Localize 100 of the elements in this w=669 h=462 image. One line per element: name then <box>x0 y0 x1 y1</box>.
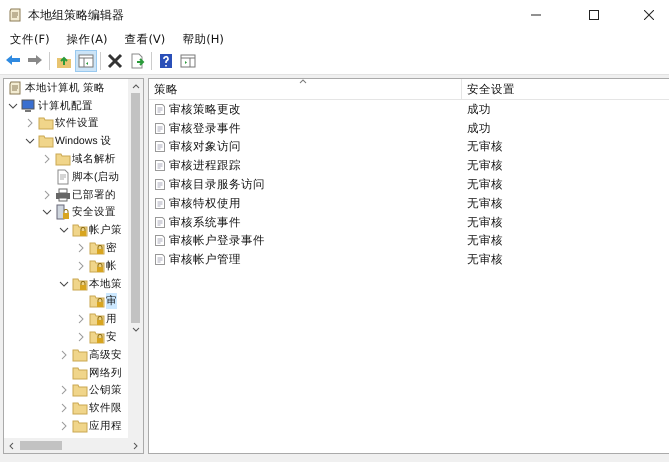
locked-folder-icon <box>89 293 105 310</box>
collapsed-chevron-icon[interactable] <box>42 190 52 200</box>
tree-item[interactable]: 网络列 <box>89 364 122 381</box>
expanded-chevron-icon[interactable] <box>42 207 52 218</box>
locked-folder-icon <box>72 222 88 238</box>
collapsed-chevron-icon[interactable] <box>76 243 86 254</box>
collapsed-chevron-icon[interactable] <box>76 260 86 271</box>
table-cell-text: 无审核 <box>466 233 503 248</box>
scroll-thumb[interactable] <box>131 93 140 323</box>
tree-item[interactable]: 软件限 <box>89 400 122 416</box>
locked-folder-icon <box>89 311 105 328</box>
pane-icon <box>180 53 196 69</box>
document-icon <box>55 168 71 185</box>
collapsed-chevron-icon[interactable] <box>59 350 69 360</box>
printer-icon <box>55 186 71 203</box>
tree-item[interactable]: 本地策 <box>89 276 122 292</box>
pane-icon <box>78 53 94 69</box>
locked-folder-icon <box>89 329 105 346</box>
menu-item[interactable]: 文件(F) <box>4 32 56 46</box>
policy-icon <box>154 102 166 116</box>
menu-item[interactable]: 操作(A) <box>60 32 114 46</box>
locked-folder-icon <box>72 276 88 292</box>
folder-icon <box>55 151 71 168</box>
collapsed-chevron-icon[interactable] <box>59 385 69 396</box>
tree-item[interactable]: 公钥策 <box>89 382 122 398</box>
scroll-down-icon[interactable] <box>132 327 140 333</box>
column-header-label: 策略 <box>154 82 178 96</box>
maximize-icon <box>589 10 599 20</box>
policy-icon <box>154 196 166 210</box>
table-cell[interactable]: 审核策略更改 <box>169 102 241 117</box>
close-icon <box>644 10 654 20</box>
column-header[interactable]: 安全设置 <box>462 79 669 99</box>
table-cell[interactable]: 审核登录事件 <box>169 120 241 136</box>
table-cell-text: 无审核 <box>466 158 503 174</box>
table-cell[interactable]: 审核帐户登录事件 <box>169 233 265 248</box>
policy-icon <box>154 234 166 248</box>
table-cell[interactable]: 审核系统事件 <box>169 214 241 230</box>
scroll-right-icon[interactable] <box>133 442 139 450</box>
scroll-left-icon[interactable] <box>8 442 14 450</box>
export-icon <box>129 53 145 69</box>
tree-item[interactable]: Windows 设 <box>55 133 112 150</box>
table-cell[interactable]: 审核对象访问 <box>169 139 241 154</box>
table-cell-text: 无审核 <box>466 196 503 211</box>
collapsed-chevron-icon[interactable] <box>25 118 35 128</box>
table-cell-text: 无审核 <box>466 214 503 230</box>
folder-icon <box>72 346 88 363</box>
collapsed-chevron-icon[interactable] <box>59 403 69 414</box>
server-lock-icon <box>55 204 71 220</box>
table-cell[interactable]: 审核目录服务访问 <box>169 177 265 192</box>
folder-icon <box>72 382 88 398</box>
folder-icon <box>72 400 88 416</box>
tree-item[interactable]: 用 <box>106 311 117 328</box>
table-cell[interactable]: 审核帐户管理 <box>169 252 241 268</box>
tree-item[interactable]: 帐户策 <box>89 222 122 238</box>
help-icon <box>158 53 174 69</box>
locked-folder-icon <box>89 240 105 256</box>
expanded-chevron-icon[interactable] <box>25 136 35 146</box>
delete-icon <box>107 53 123 69</box>
tree-item[interactable]: 审 <box>106 293 117 310</box>
policy-icon <box>154 159 166 172</box>
tree-item[interactable]: 帐 <box>106 258 117 274</box>
menu-item[interactable]: 查看(V) <box>118 32 172 46</box>
policy-icon <box>154 178 166 192</box>
table-cell[interactable]: 审核进程跟踪 <box>169 158 241 174</box>
scroll-icon <box>8 7 22 23</box>
policy-icon <box>154 253 166 266</box>
tree-item[interactable]: 域名解析 <box>72 151 116 168</box>
window-title: 本地组策略编辑器 <box>28 6 125 24</box>
tree-item[interactable]: 脚本(启动 <box>72 168 120 185</box>
folder-icon <box>38 133 54 150</box>
menu-item[interactable]: 帮助(H) <box>176 32 230 46</box>
collapsed-chevron-icon[interactable] <box>42 154 52 164</box>
column-header-label: 安全设置 <box>467 82 515 96</box>
tree-item[interactable]: 安全设置 <box>72 204 116 220</box>
scroll-thumb[interactable] <box>20 441 62 450</box>
tree-item[interactable]: 本地计算机 策略 <box>25 80 105 96</box>
table-cell-text: 无审核 <box>466 252 503 268</box>
tree-item[interactable]: 已部署的 <box>72 186 116 203</box>
scroll-up-icon[interactable] <box>132 83 140 89</box>
horizontal-scrollbar[interactable] <box>4 438 143 453</box>
table-cell[interactable]: 审核特权使用 <box>169 196 241 211</box>
locked-folder-icon <box>89 258 105 274</box>
collapsed-chevron-icon[interactable] <box>76 332 86 342</box>
tree-item[interactable]: 高级安 <box>89 346 122 363</box>
tree-item[interactable]: 安 <box>106 329 117 346</box>
expanded-chevron-icon[interactable] <box>59 225 69 236</box>
folder-icon <box>38 115 54 132</box>
folder-icon <box>72 364 88 381</box>
policy-icon <box>154 140 166 154</box>
collapsed-chevron-icon[interactable] <box>76 314 86 324</box>
column-header[interactable]: 策略 <box>149 79 462 99</box>
collapsed-chevron-icon[interactable] <box>59 421 69 432</box>
vertical-scrollbar[interactable] <box>128 79 143 438</box>
table-cell-text: 成功 <box>466 120 491 136</box>
expanded-chevron-icon[interactable] <box>59 278 69 289</box>
tree-item[interactable]: 软件设置 <box>55 115 99 132</box>
tree-item[interactable]: 计算机配置 <box>38 98 93 114</box>
expanded-chevron-icon[interactable] <box>8 100 18 111</box>
tree-item[interactable]: 应用程 <box>89 418 122 434</box>
tree-item[interactable]: 密 <box>106 240 117 256</box>
